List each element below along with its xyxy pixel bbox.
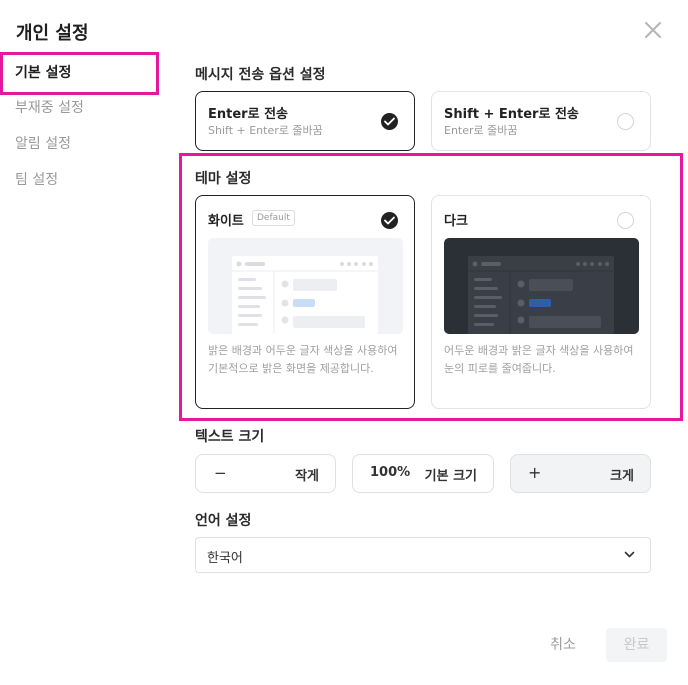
text-size-decrease-label: 작게 xyxy=(295,469,319,484)
dialog-title: 개인 설정 xyxy=(16,23,89,44)
theme-white-preview xyxy=(208,238,403,334)
check-icon xyxy=(381,212,398,229)
radio-icon xyxy=(617,113,634,130)
cancel-button[interactable]: 취소 xyxy=(536,629,590,661)
theme-dark-title: 다크 xyxy=(444,214,468,229)
send-option-shift-enter[interactable]: Shift + Enter로 전송 Enter로 줄바꿈 xyxy=(431,91,651,151)
plus-icon: + xyxy=(528,463,542,482)
text-size-increase-button[interactable]: + 크게 xyxy=(510,454,651,493)
text-size-label: 텍스트 크기 xyxy=(195,429,265,445)
theme-option-white[interactable]: 화이트 Default 밝은 배경과 어두운 글자 색상을 사용하여 기본적으로… xyxy=(195,195,415,409)
theme-option-dark[interactable]: 다크 어두운 배경과 밝은 글자 색상을 사용하여 눈의 피로를 줄여줍니다. xyxy=(431,195,651,409)
send-option-enter-sub: Shift + Enter로 줄바꿈 xyxy=(208,124,323,137)
check-icon xyxy=(381,113,398,130)
done-button[interactable]: 완료 xyxy=(606,628,667,662)
text-size-increase-label: 크게 xyxy=(610,469,634,484)
language-selected: 한국어 xyxy=(207,551,243,566)
text-size-value: 100% xyxy=(370,465,411,480)
theme-white-title: 화이트 xyxy=(208,214,244,229)
language-label: 언어 설정 xyxy=(195,513,252,529)
sidebar-item-away[interactable]: 부재중 설정 xyxy=(0,90,160,126)
text-size-current: 100% 기본 크기 xyxy=(352,454,494,493)
text-size-current-label: 기본 크기 xyxy=(424,469,477,484)
send-option-enter[interactable]: Enter로 전송 Shift + Enter로 줄바꿈 xyxy=(195,91,415,151)
minus-icon: − xyxy=(214,464,227,482)
send-option-shift-enter-sub: Enter로 줄바꿈 xyxy=(444,124,518,137)
sidebar-item-notification[interactable]: 알림 설정 xyxy=(0,126,160,162)
sidebar-item-team[interactable]: 팀 설정 xyxy=(0,162,160,198)
theme-dark-desc: 어두운 배경과 밝은 글자 색상을 사용하여 눈의 피로를 줄여줍니다. xyxy=(444,344,634,375)
sidebar-item-basic[interactable]: 기본 설정 xyxy=(0,52,159,95)
theme-white-desc: 밝은 배경과 어두운 글자 색상을 사용하여 기본적으로 밝은 화면을 제공합니… xyxy=(208,344,398,375)
language-select[interactable]: 한국어 xyxy=(195,537,651,573)
default-badge: Default xyxy=(252,210,295,226)
text-size-decrease-button[interactable]: − 작게 xyxy=(195,454,336,493)
send-option-enter-title: Enter로 전송 xyxy=(208,107,288,122)
theme-label: 테마 설정 xyxy=(195,171,252,187)
close-icon[interactable] xyxy=(641,18,665,42)
chevron-down-icon xyxy=(624,551,635,558)
radio-icon xyxy=(617,212,634,229)
send-option-shift-enter-title: Shift + Enter로 전송 xyxy=(444,107,579,122)
send-options-label: 메시지 전송 옵션 설정 xyxy=(195,67,326,83)
theme-dark-preview xyxy=(444,238,639,334)
